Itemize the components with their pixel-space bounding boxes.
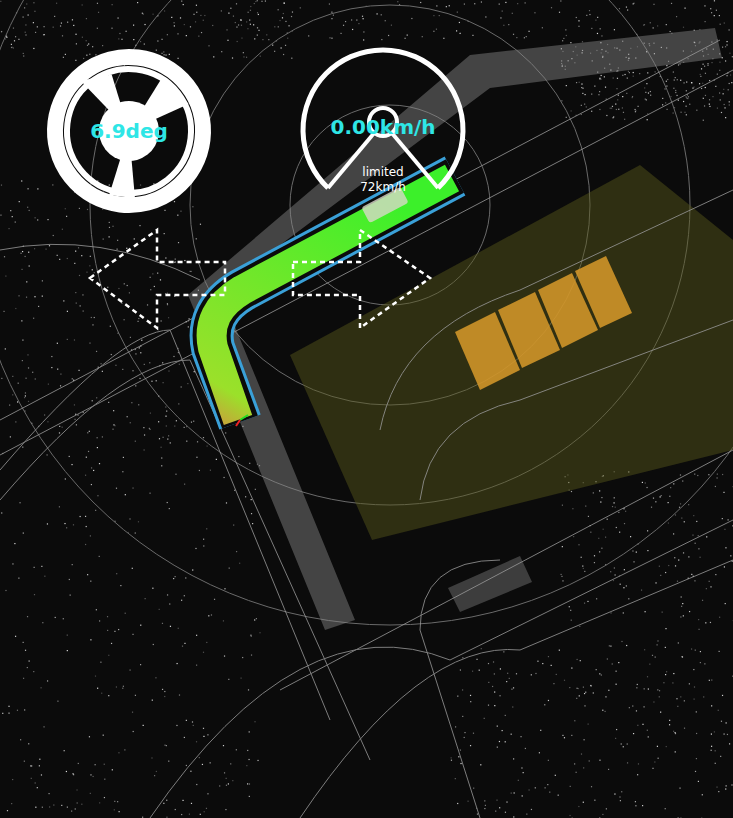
driving-visualizer: 6.9deg 0.00km/h limited72km/h (0, 0, 733, 818)
lane-lines (0, 40, 733, 818)
right-turn-signal-icon (293, 230, 430, 328)
left-turn-signal-icon (90, 230, 225, 328)
speed-limit-value: 72km/h (360, 180, 406, 195)
speed-limit-label: limited (362, 165, 403, 180)
speed-value: 0.00km/h (330, 117, 435, 137)
speed-gauge: 0.00km/h limited72km/h (298, 42, 468, 212)
range-circles (0, 0, 733, 625)
vehicle-origin-icon (236, 415, 248, 426)
planned-path (212, 178, 452, 420)
steering-gauge: 6.9deg (45, 47, 213, 215)
steering-angle: 6.9deg (90, 121, 168, 141)
parking-slots (455, 256, 632, 390)
